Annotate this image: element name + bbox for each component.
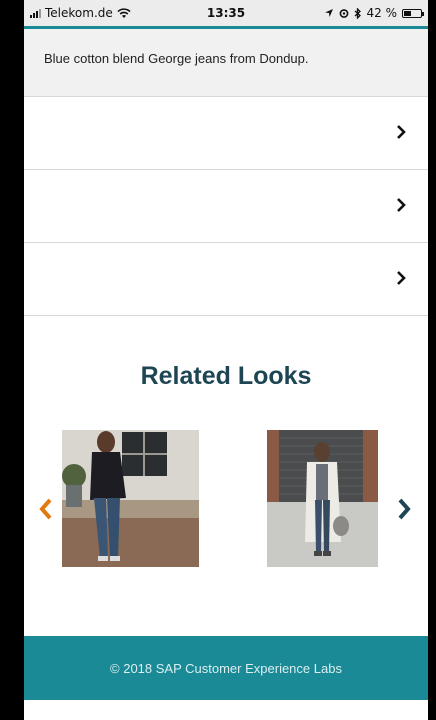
status-bar: Telekom.de 13:35 42 % (24, 0, 428, 26)
carousel-next-button[interactable] (394, 496, 414, 522)
accordion-row-2[interactable] (24, 170, 428, 243)
footer-copyright: © 2018 SAP Customer Experience Labs (110, 661, 342, 676)
look-photo-1 (62, 430, 199, 567)
app-screen: Telekom.de 13:35 42 % Blue cotton blend … (24, 0, 428, 720)
chevron-right-icon (397, 125, 406, 139)
accordion-row-3[interactable] (24, 243, 428, 316)
related-look-image-2[interactable] (267, 430, 378, 567)
chevron-right-icon (397, 271, 406, 285)
look-photo-2 (267, 430, 378, 567)
status-right: 42 % (324, 6, 424, 20)
product-description: Blue cotton blend George jeans from Dond… (44, 51, 309, 66)
bluetooth-icon (354, 7, 361, 19)
alarm-icon (339, 9, 348, 18)
chevron-right-icon (397, 198, 406, 212)
carousel-prev-button[interactable] (36, 496, 56, 522)
battery-icon (402, 8, 424, 18)
related-look-image-1[interactable] (62, 430, 199, 567)
battery-fill (404, 10, 411, 16)
battery-percent: 42 % (366, 6, 398, 20)
product-description-panel: Blue cotton blend George jeans from Dond… (24, 29, 428, 97)
accordion-row-1[interactable] (24, 97, 428, 170)
location-icon (324, 9, 333, 17)
related-looks-title: Related Looks (140, 362, 312, 390)
footer: © 2018 SAP Customer Experience Labs (24, 636, 428, 700)
